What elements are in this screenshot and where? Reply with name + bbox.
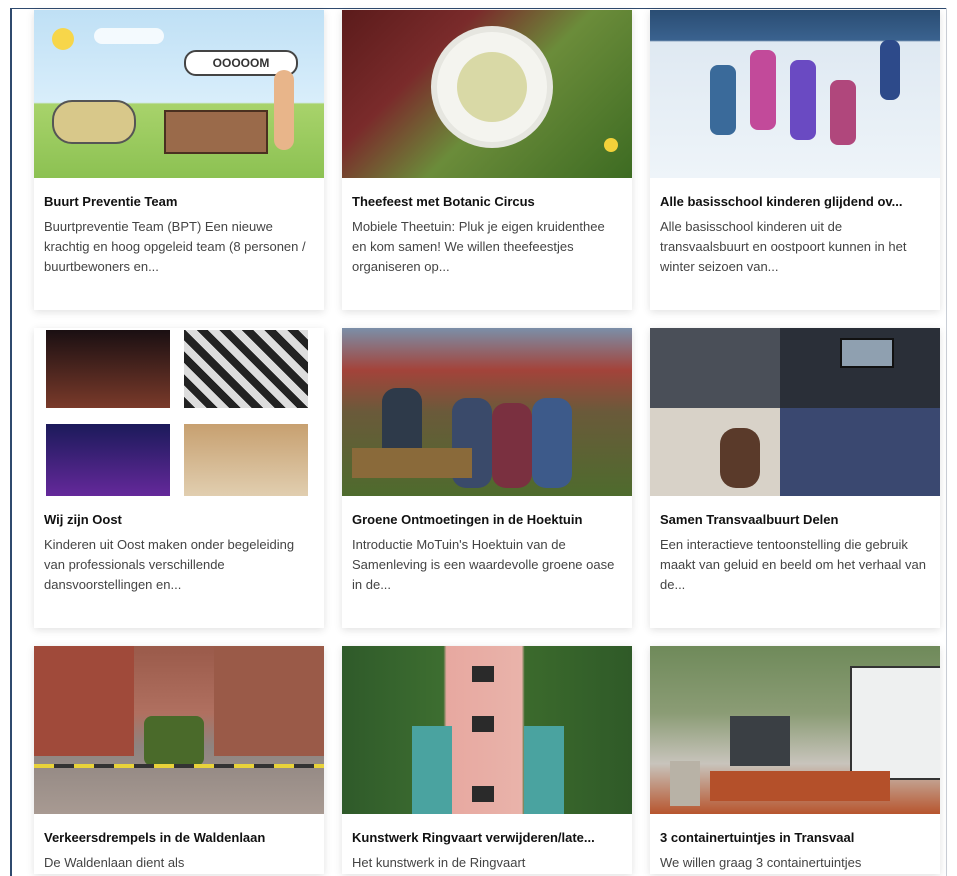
project-card[interactable]: Groene Ontmoetingen in de Hoektuin Intro… [342,328,632,628]
project-card[interactable]: Samen Transvaalbuurt Delen Een interacti… [650,328,940,628]
window-frame-left [10,8,12,876]
card-description: De Waldenlaan dient als [44,855,185,870]
card-description: Alle basisschool kinderen uit de transva… [660,219,907,274]
window-frame-right [946,8,947,876]
card-image [650,10,940,178]
project-card[interactable]: Alle basisschool kinderen glijdend ov...… [650,10,940,310]
project-card[interactable]: 3 containertuintjes in Transvaal We will… [650,646,940,874]
card-image [342,328,632,496]
project-card[interactable]: Kunstwerk Ringvaart verwijderen/late... … [342,646,632,874]
window-frame-top [10,8,947,9]
card-image [650,646,940,814]
card-description: Een interactieve tentoonstelling die geb… [660,537,926,592]
project-card[interactable]: Wij zijn Oost Kinderen uit Oost maken on… [34,328,324,628]
card-title[interactable]: Samen Transvaalbuurt Delen [660,512,930,527]
card-title[interactable]: Wij zijn Oost [44,512,314,527]
card-image [650,328,940,496]
card-description: Introductie MoTuin's Hoektuin van de Sam… [352,537,615,592]
card-title[interactable]: Verkeersdrempels in de Waldenlaan [44,830,314,845]
card-title[interactable]: Kunstwerk Ringvaart verwijderen/late... [352,830,622,845]
card-title[interactable]: 3 containertuintjes in Transvaal [660,830,930,845]
project-card-grid: OOOOOM Buurt Preventie Team Buurtprevent… [34,10,940,874]
card-description: Het kunstwerk in de Ringvaart [352,855,526,870]
project-card[interactable]: Theefeest met Botanic Circus Mobiele The… [342,10,632,310]
card-title[interactable]: Buurt Preventie Team [44,194,314,209]
card-description: Kinderen uit Oost maken onder begeleidin… [44,537,295,592]
project-card[interactable]: Verkeersdrempels in de Waldenlaan De Wal… [34,646,324,874]
card-description: Buurtpreventie Team (BPT) Een nieuwe kra… [44,219,306,274]
card-image: OOOOOM [34,10,324,178]
card-image [34,328,324,496]
card-title[interactable]: Groene Ontmoetingen in de Hoektuin [352,512,622,527]
card-description: Mobiele Theetuin: Pluk je eigen kruident… [352,219,605,274]
card-description: We willen graag 3 containertuintjes [660,855,862,870]
card-image [342,10,632,178]
card-image [34,646,324,814]
card-title[interactable]: Theefeest met Botanic Circus [352,194,622,209]
card-title[interactable]: Alle basisschool kinderen glijdend ov... [660,194,930,209]
project-card[interactable]: OOOOOM Buurt Preventie Team Buurtprevent… [34,10,324,310]
card-image [342,646,632,814]
